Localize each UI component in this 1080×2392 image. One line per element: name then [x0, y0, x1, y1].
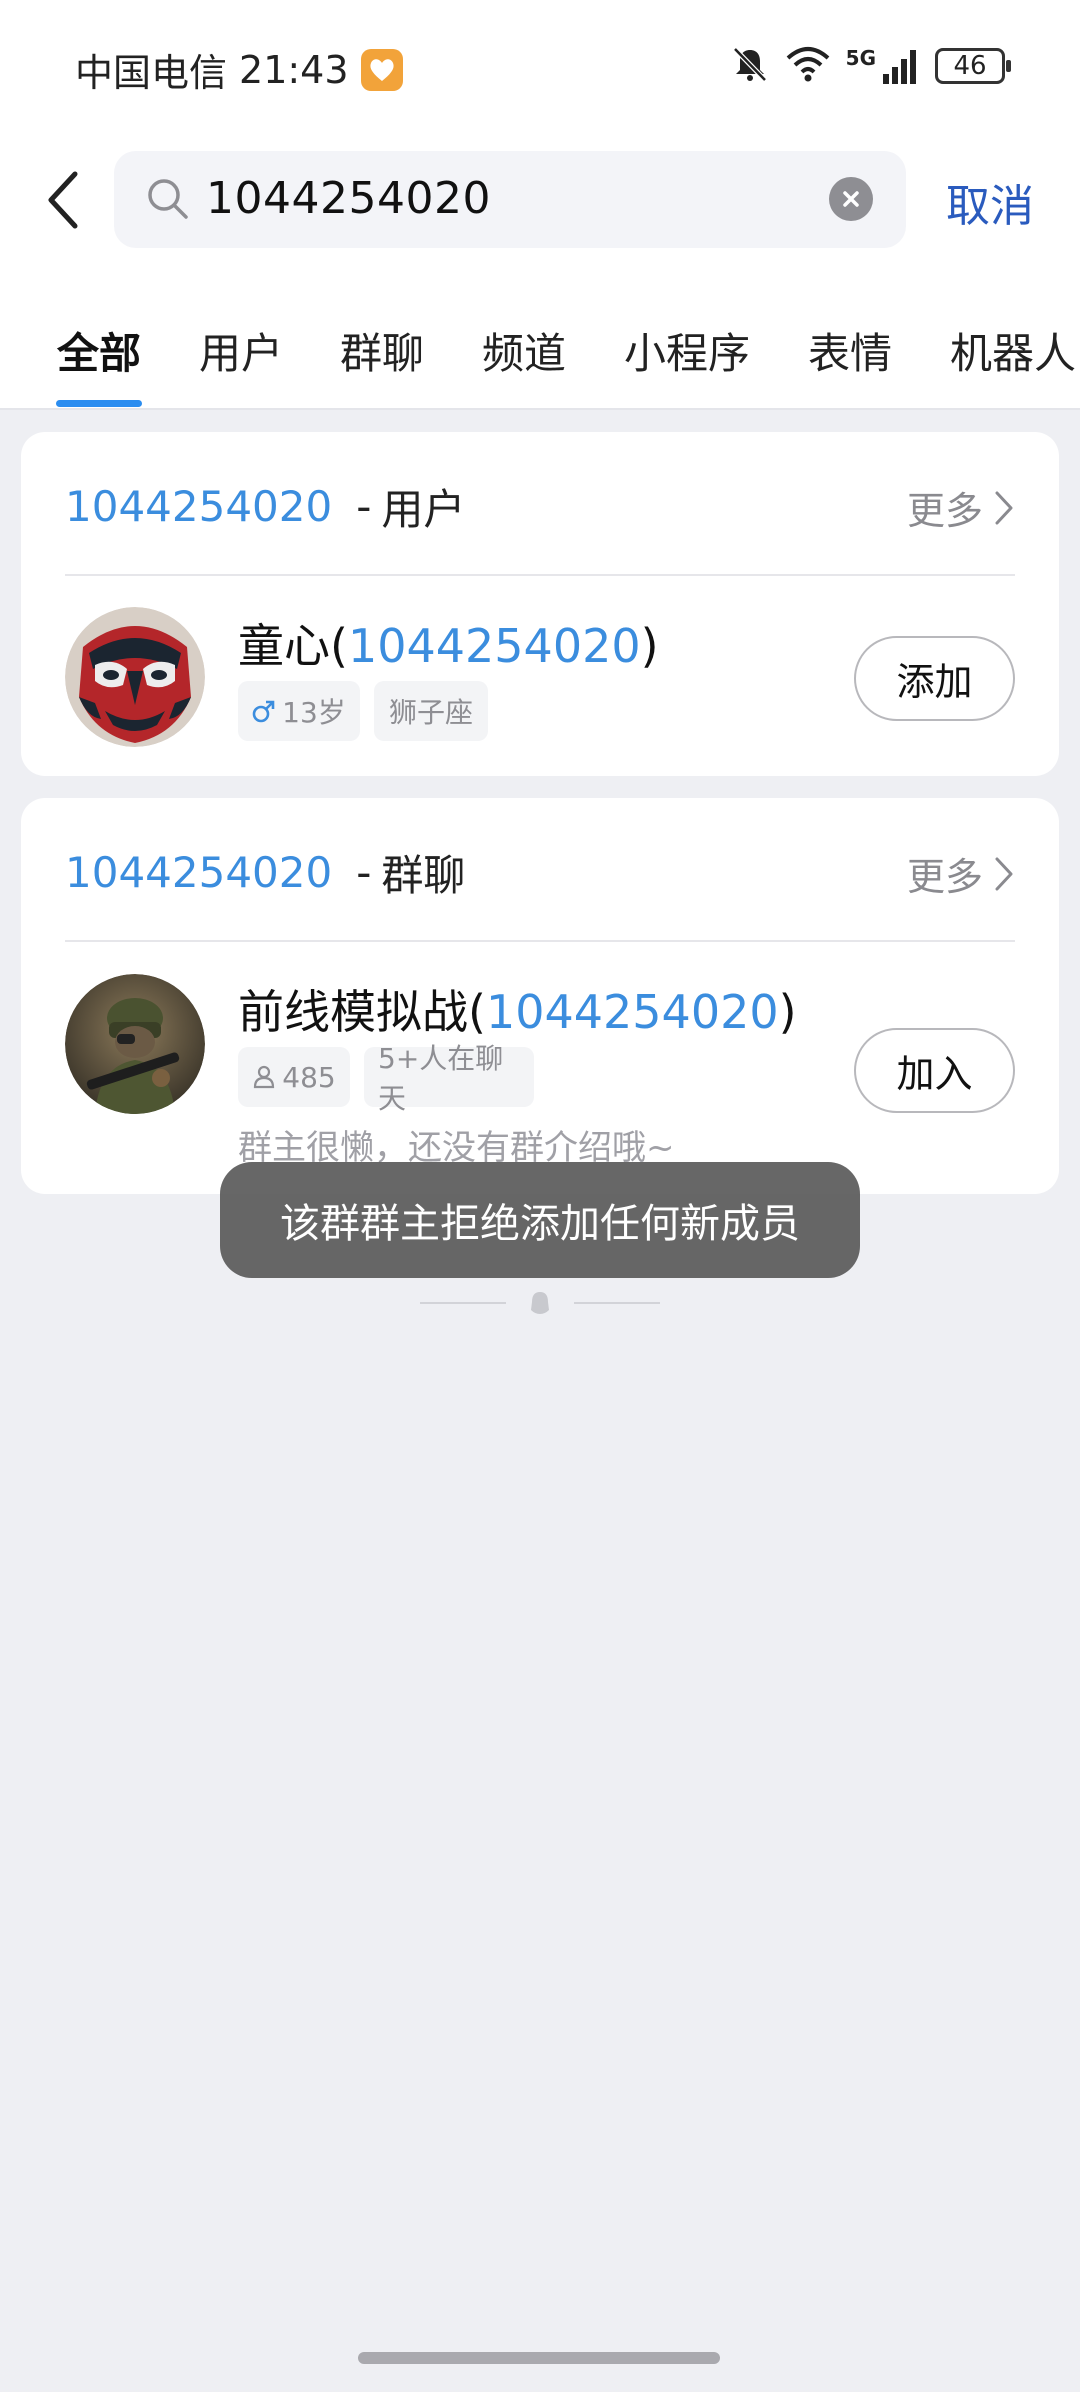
zodiac-tag: 狮子座 [374, 681, 488, 741]
battery-level: 46 [953, 51, 987, 81]
home-indicator[interactable] [358, 2352, 720, 2364]
card-divider [65, 574, 1015, 576]
more-label: 更多 [906, 855, 983, 899]
active-chat-tag: 5+人在聊天 [364, 1042, 534, 1115]
tab-all[interactable]: 全部 [57, 320, 141, 381]
section-query: 1044254020 [65, 482, 333, 531]
toast-message: 该群群主拒绝添加任何新成员 [220, 1162, 860, 1278]
chevron-left-icon [48, 171, 78, 229]
battery-indicator: 46 [935, 48, 1011, 84]
network-type: 5G [845, 46, 876, 70]
tab-users[interactable]: 用户 [199, 320, 283, 381]
filter-tabs: 全部 用户 群聊 频道 小程序 表情 机器人 [0, 310, 1080, 410]
more-label: 更多 [906, 489, 983, 533]
gender-age-tag: 13岁 [238, 681, 360, 741]
end-line-right [574, 1302, 660, 1304]
join-group-button[interactable]: 加入 [854, 1028, 1015, 1113]
more-users-link[interactable]: 更多 [907, 480, 1015, 535]
search-icon [148, 179, 188, 219]
group-name-prefix: 前线模拟战( [238, 985, 486, 1039]
heart-app-icon [360, 48, 403, 91]
member-count-tag: 485 [238, 1047, 350, 1107]
cancel-button[interactable]: 取消 [946, 170, 1034, 234]
search-bar[interactable]: 1044254020 [114, 151, 906, 248]
back-button[interactable] [38, 165, 88, 235]
section-separator: - [356, 482, 372, 531]
search-input[interactable]: 1044254020 [206, 173, 491, 224]
mute-bell-icon [730, 44, 770, 88]
clock: 21:43 [239, 47, 349, 92]
more-groups-link[interactable]: 更多 [907, 846, 1015, 901]
group-results-card: 1044254020 - 群聊 更多 前线模拟战(1044254020) 485… [21, 798, 1059, 1194]
male-icon [252, 700, 275, 723]
penguin-icon [531, 1292, 549, 1314]
tab-mini-programs[interactable]: 小程序 [624, 320, 750, 381]
add-friend-button[interactable]: 添加 [854, 636, 1015, 721]
user-section-header: 1044254020 - 用户 [65, 476, 465, 537]
status-right: 5G 46 [730, 44, 1011, 88]
user-age: 13岁 [282, 696, 346, 729]
active-chat-text: 5+人在聊天 [378, 1042, 504, 1115]
chevron-right-icon [995, 857, 1013, 890]
user-name-id: 1044254020 [347, 619, 641, 673]
wifi-icon [784, 44, 832, 88]
tab-groups[interactable]: 群聊 [340, 320, 424, 381]
screen: 中国电信 21:43 5G 46 1044254020 取消 全部 用户 群聊 … [0, 0, 1080, 2392]
person-icon [254, 1065, 275, 1089]
user-results-card: 1044254020 - 用户 更多 童心(1044254020) 13岁 狮子… [21, 432, 1059, 776]
group-name[interactable]: 前线模拟战(1044254020) [238, 976, 797, 1042]
group-section-header: 1044254020 - 群聊 [65, 842, 465, 903]
member-count: 485 [282, 1060, 336, 1094]
group-name-id: 1044254020 [485, 985, 779, 1039]
user-name-suffix: ) [640, 619, 659, 673]
user-zodiac: 狮子座 [388, 696, 473, 729]
card-divider [65, 940, 1015, 942]
chevron-right-icon [995, 491, 1013, 524]
end-of-results-marker [420, 1288, 660, 1318]
section-query: 1044254020 [65, 848, 333, 897]
cellular-signal-icon: 5G [846, 46, 921, 86]
user-avatar[interactable] [65, 607, 205, 747]
carrier-name: 中国电信 [75, 51, 228, 95]
section-kind: 用户 [381, 485, 466, 534]
active-tab-indicator [56, 400, 142, 407]
end-line-left [420, 1302, 506, 1304]
section-separator: - [356, 848, 372, 897]
group-name-suffix: ) [778, 985, 797, 1039]
tabs-divider [0, 408, 1080, 410]
close-icon [843, 191, 859, 207]
user-name[interactable]: 童心(1044254020) [238, 610, 659, 676]
header-area: 中国电信 21:43 5G 46 1044254020 取消 全部 用户 群聊 … [0, 0, 1080, 410]
clear-search-button[interactable] [829, 177, 873, 221]
status-bar: 中国电信 21:43 5G 46 [0, 0, 1080, 130]
user-name-prefix: 童心( [238, 619, 348, 673]
group-avatar[interactable] [65, 974, 205, 1114]
section-kind: 群聊 [381, 851, 466, 900]
tab-channels[interactable]: 频道 [482, 320, 566, 381]
tab-stickers[interactable]: 表情 [808, 320, 892, 381]
tab-bots[interactable]: 机器人 [950, 320, 1076, 381]
status-left: 中国电信 21:43 [75, 42, 403, 97]
